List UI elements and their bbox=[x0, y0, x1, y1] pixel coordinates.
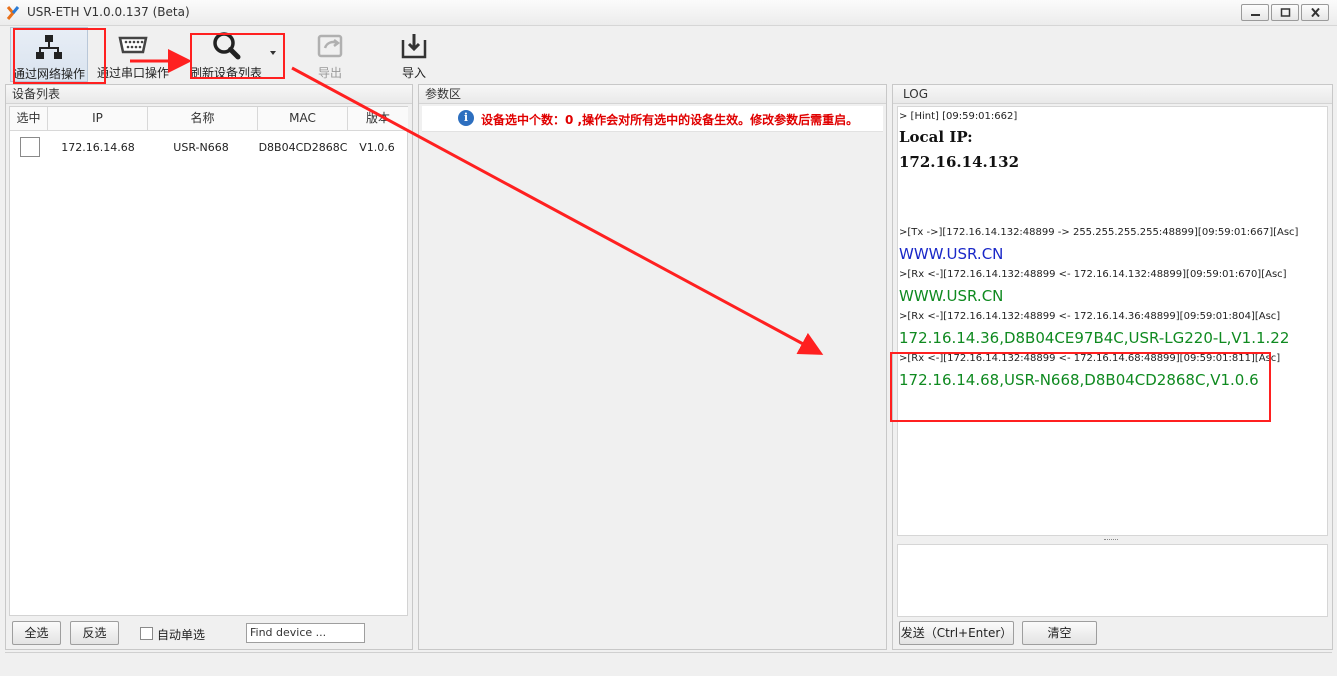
annotation-arrow-to-log bbox=[291, 66, 824, 355]
annotation-arrows bbox=[130, 49, 824, 355]
